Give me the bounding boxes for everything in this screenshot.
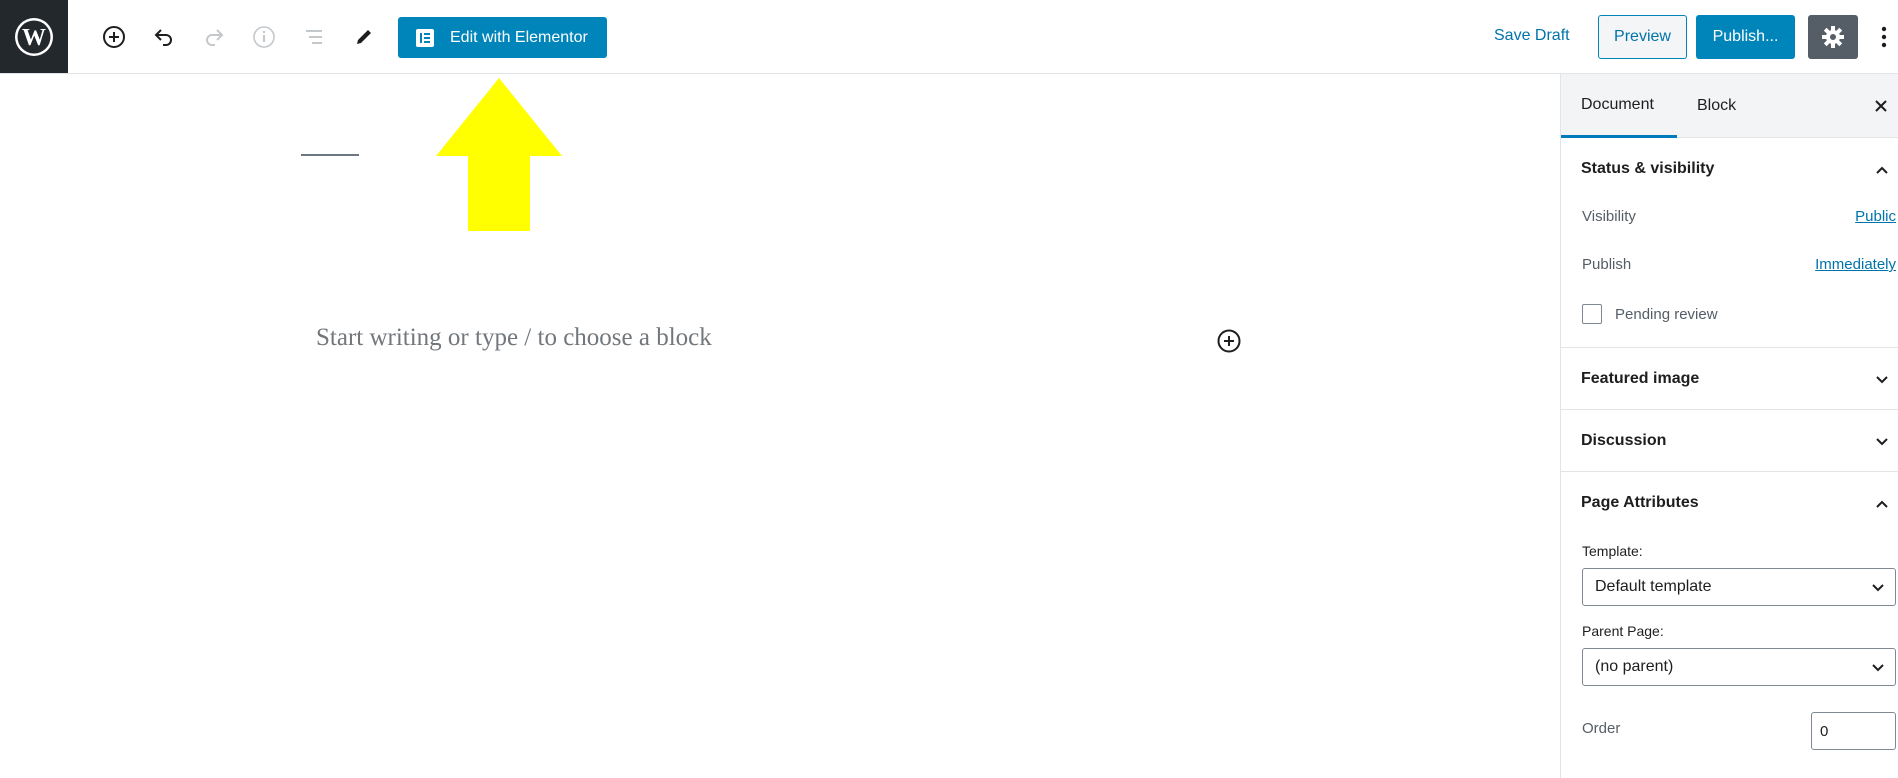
pending-review-checkbox[interactable] [1582, 304, 1602, 324]
wordpress-logo-icon[interactable]: W [0, 0, 68, 73]
parent-page-label: Parent Page: [1582, 623, 1664, 639]
publish-label: Publish [1582, 256, 1632, 273]
chevron-up-icon [1876, 166, 1888, 174]
chevron-down-icon [1872, 664, 1884, 672]
chevron-down-icon [1876, 376, 1888, 384]
editor-header: W Edit with Elementor Save Draft Preview… [0, 0, 1898, 74]
tab-document[interactable]: Document [1561, 74, 1677, 138]
parent-page-value: (no parent) [1595, 658, 1674, 675]
featured-image-toggle[interactable]: Featured image [1561, 370, 1898, 394]
elementor-icon [416, 28, 434, 47]
undo-icon[interactable] [147, 20, 181, 54]
block-placeholder[interactable]: Start writing or type / to choose a bloc… [316, 324, 712, 352]
visibility-link[interactable]: Public [1855, 208, 1896, 225]
edit-mode-icon[interactable] [347, 20, 381, 54]
redo-icon[interactable] [197, 20, 231, 54]
discussion-toggle[interactable]: Discussion [1561, 432, 1898, 456]
page-attributes-toggle[interactable]: Page Attributes [1561, 494, 1898, 518]
chevron-down-icon [1872, 584, 1884, 592]
svg-text:W: W [22, 25, 46, 51]
featured-image-title: Featured image [1581, 370, 1700, 387]
title-separator [301, 154, 359, 156]
tab-block[interactable]: Block [1697, 74, 1736, 138]
order-input[interactable]: 0 [1811, 712, 1896, 750]
chevron-down-icon [1876, 438, 1888, 446]
edit-with-elementor-label: Edit with Elementor [450, 28, 588, 46]
sidebar-tabs: Document Block [1561, 74, 1898, 138]
add-block-icon[interactable] [97, 20, 131, 54]
publish-button[interactable]: Publish... [1696, 15, 1795, 59]
annotation-arrow-up-icon [436, 78, 562, 231]
close-icon[interactable] [1871, 96, 1891, 116]
chevron-up-icon [1876, 500, 1888, 508]
settings-sidebar: Document Block Status & visibility Visib… [1560, 74, 1898, 778]
discussion-title: Discussion [1581, 432, 1667, 449]
more-menu-button[interactable] [1872, 20, 1896, 54]
edit-with-elementor-button[interactable]: Edit with Elementor [398, 17, 607, 58]
template-value: Default template [1595, 578, 1712, 595]
inline-add-block-icon[interactable] [1216, 328, 1242, 354]
divider [1561, 471, 1898, 472]
preview-button[interactable]: Preview [1598, 15, 1687, 59]
publish-date-link[interactable]: Immediately [1815, 256, 1896, 273]
block-navigation-icon[interactable] [297, 20, 331, 54]
settings-button[interactable] [1808, 15, 1858, 59]
save-draft-button[interactable]: Save Draft [1494, 27, 1570, 45]
parent-page-select[interactable]: (no parent) [1582, 648, 1896, 686]
info-icon[interactable] [247, 20, 281, 54]
more-vertical-icon [1881, 26, 1887, 48]
template-select[interactable]: Default template [1582, 568, 1896, 606]
pending-review-label: Pending review [1615, 306, 1718, 323]
page-attributes-title: Page Attributes [1581, 494, 1699, 511]
visibility-label: Visibility [1582, 208, 1636, 225]
status-visibility-title: Status & visibility [1581, 160, 1715, 177]
divider [1561, 347, 1898, 348]
divider [1561, 409, 1898, 410]
gear-icon [1822, 26, 1844, 48]
status-visibility-toggle[interactable]: Status & visibility [1561, 160, 1898, 184]
template-label: Template: [1582, 543, 1643, 559]
order-label: Order [1582, 720, 1621, 737]
